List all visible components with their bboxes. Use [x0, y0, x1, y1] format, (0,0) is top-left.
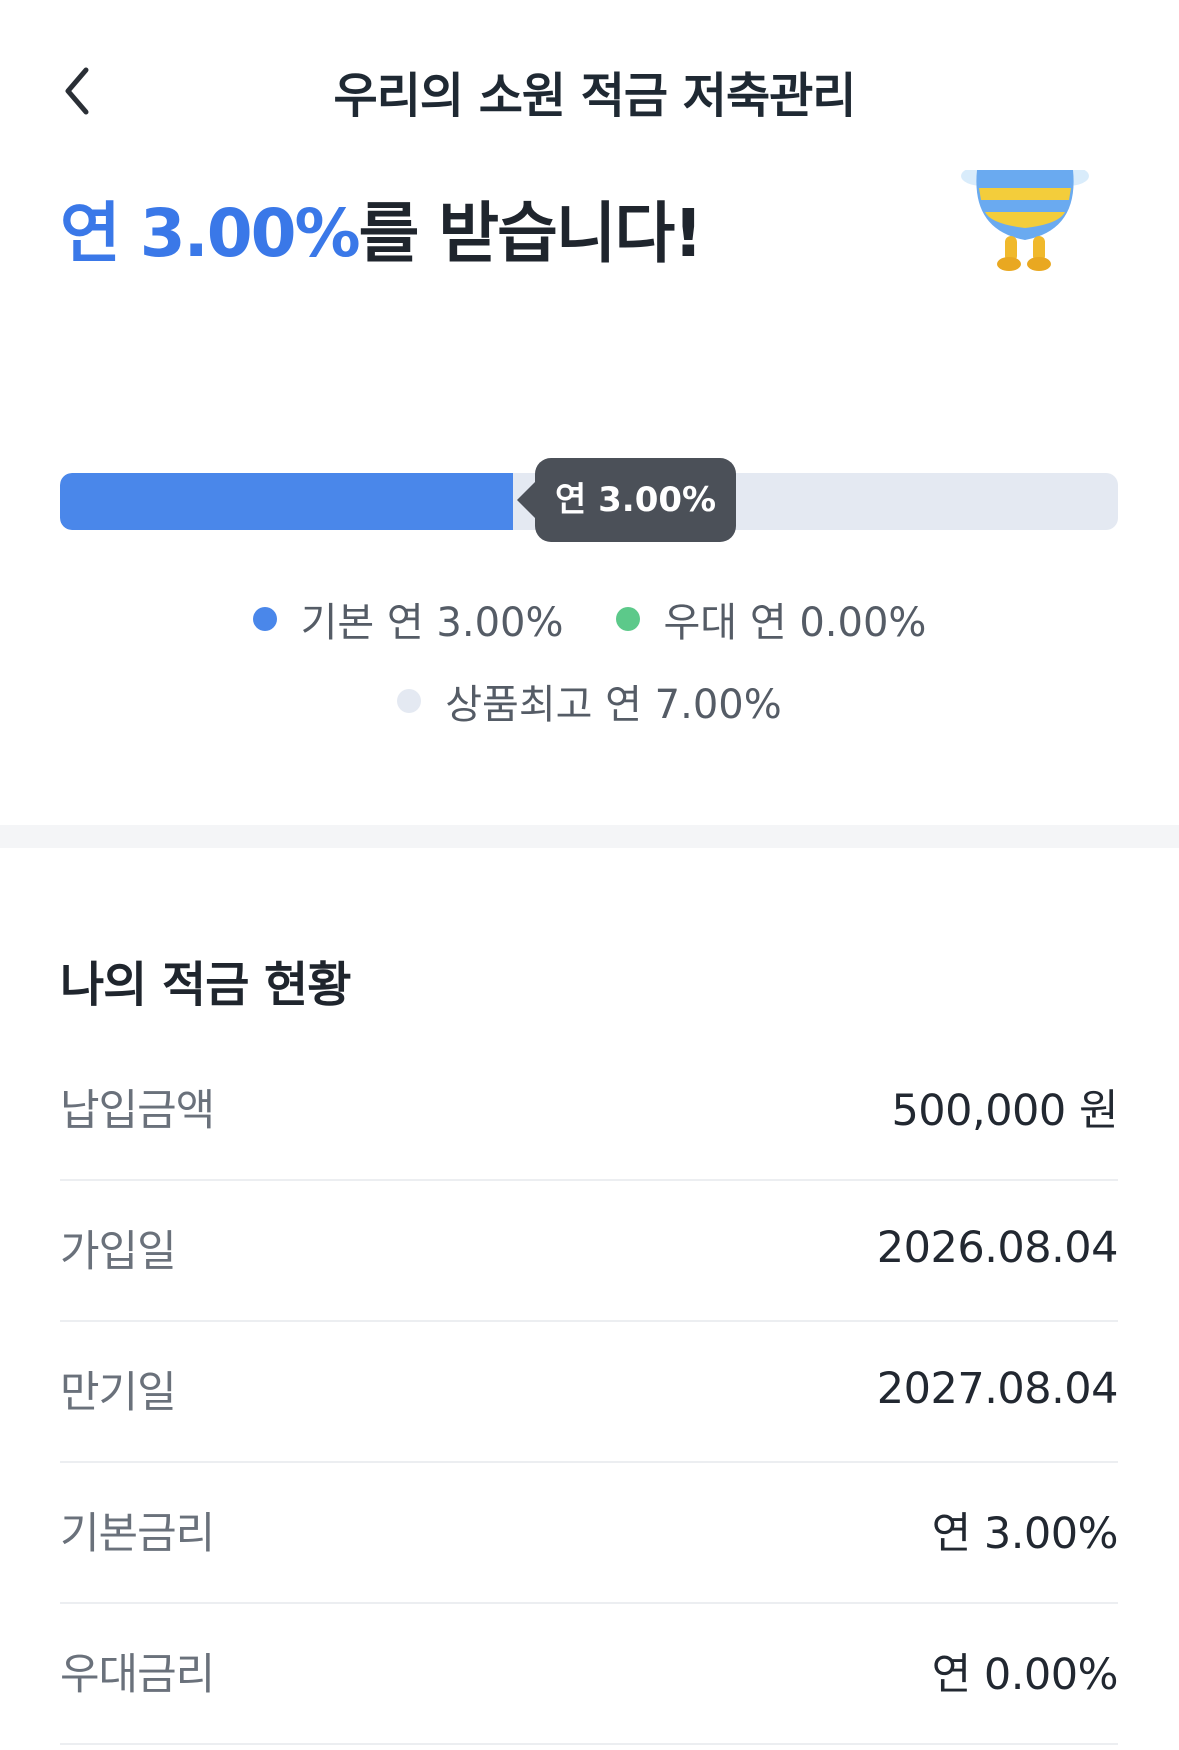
legend-row-1: 기본 연 3.00% 우대 연 0.00%: [0, 590, 1179, 648]
info-value: 2026.08.04: [876, 1222, 1119, 1273]
info-row-join-date: 가입일 2026.08.04: [60, 1181, 1119, 1322]
legend-base-label: 기본 연 3.00%: [300, 600, 564, 646]
info-label: 납입금액: [60, 1085, 215, 1136]
max-dot-icon: [397, 689, 422, 713]
info-value: 2027.08.04: [876, 1363, 1119, 1414]
legend-preferential-label: 우대 연 0.00%: [663, 600, 927, 646]
info-label: 우대금리: [60, 1649, 215, 1700]
info-label: 가입일: [60, 1226, 177, 1277]
status-section-title: 나의 적금 현황: [60, 957, 351, 1013]
status-list: 납입금액 500,000 원 가입일 2026.08.04 만기일 2027.0…: [60, 1040, 1119, 1745]
info-row-preferential-rate: 우대금리 연 0.00%: [60, 1604, 1119, 1745]
top-header: 우리의 소원 적금 저축관리: [0, 0, 1179, 180]
legend-row-2: 상품최고 연 7.00%: [0, 672, 1179, 730]
rate-headline: 연 3.00%를 받습니다!: [60, 180, 704, 276]
base-rate-fill: [60, 473, 513, 530]
rate-headline-rest: 를 받습니다!: [358, 195, 704, 272]
savings-management-page: 우리의 소원 적금 저축관리 연 3.00%를 받습니다! 연 3.00% 기본…: [0, 0, 1179, 1750]
info-row-base-rate: 기본금리 연 3.00%: [60, 1463, 1119, 1604]
preferential-dot-icon: [615, 607, 640, 631]
legend-max: 상품최고 연 7.00%: [397, 672, 782, 730]
info-row-payment-amount: 납입금액 500,000 원: [60, 1040, 1118, 1181]
info-value: 500,000 원: [891, 1085, 1118, 1136]
current-rate-tooltip: 연 3.00%: [516, 458, 737, 542]
page-title: 우리의 소원 적금 저축관리: [333, 68, 857, 124]
info-row-maturity-date: 만기일 2027.08.04: [60, 1322, 1119, 1463]
base-dot-icon: [252, 607, 277, 631]
legend-preferential: 우대 연 0.00%: [615, 590, 927, 648]
info-value: 연 3.00%: [931, 1508, 1119, 1559]
info-label: 기본금리: [60, 1508, 215, 1559]
bee-mascot-icon: [961, 170, 1089, 271]
legend-base: 기본 연 3.00%: [252, 590, 564, 648]
info-value: 연 0.00%: [931, 1649, 1119, 1700]
section-divider: [0, 825, 1179, 848]
rate-headline-accent: 연 3.00%: [60, 195, 361, 272]
legend-max-label: 상품최고 연 7.00%: [445, 682, 782, 728]
info-label: 만기일: [60, 1367, 177, 1418]
